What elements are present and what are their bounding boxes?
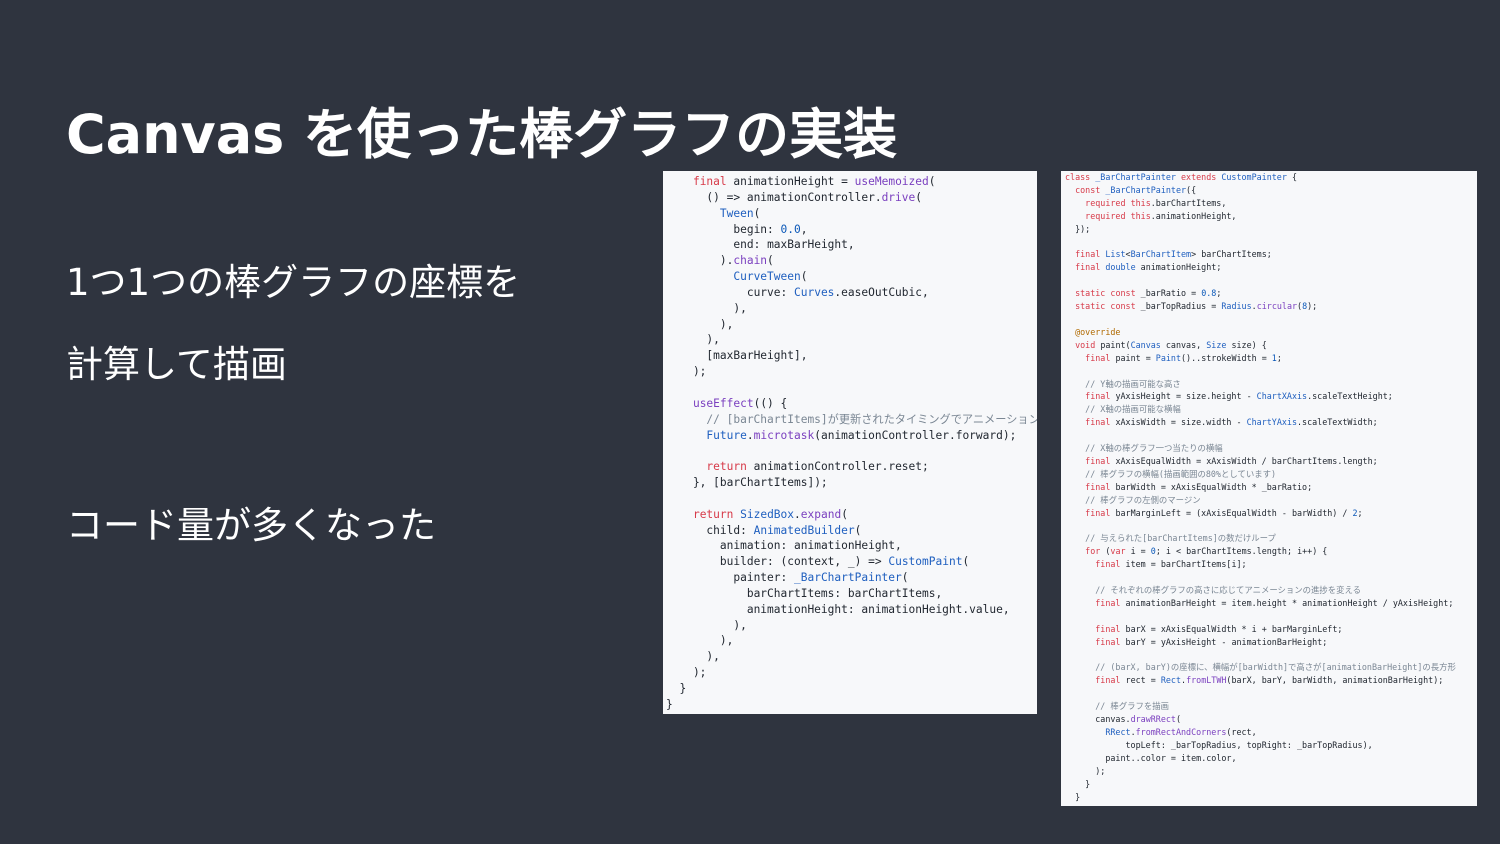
code-screenshot-painter: class _BarChartPainter extends CustomPai… bbox=[1061, 171, 1477, 806]
code-line: ); bbox=[666, 365, 707, 379]
code-line: required this.barChartItems, bbox=[1085, 197, 1227, 208]
code-line: end: maxBarHeight, bbox=[733, 238, 855, 252]
code-line: barChartItems: barChartItems, bbox=[746, 586, 943, 600]
code-line: static const _barRatio = 0.8; bbox=[1075, 288, 1222, 299]
code-line: }, [barChartItems]); bbox=[666, 476, 828, 490]
code-line: ); bbox=[1065, 765, 1106, 776]
code-line: // 棒グラフの横幅(描画範囲の80%としています) bbox=[1065, 468, 1277, 479]
code-line: // Y軸の描画可能な高さ bbox=[1065, 378, 1181, 389]
code-line: // (barX, barY)の座標に、横幅が[barWidth]で高さが[an… bbox=[1065, 662, 1456, 673]
code-line: child: AnimatedBuilder( bbox=[706, 523, 862, 537]
code-line: builder: (context, _) => CustomPaint( bbox=[719, 555, 970, 569]
code-screenshot-hooks: final animationHeight = useMemoized( () … bbox=[663, 171, 1037, 714]
code-line: useEffect(() { bbox=[692, 396, 788, 410]
code-line: () => animationController.drive( bbox=[666, 190, 922, 204]
code-line: // X軸の棒グラフ一つ当たりの横幅 bbox=[1065, 443, 1223, 454]
code-line: ), bbox=[666, 333, 720, 347]
code-line: ), bbox=[666, 634, 734, 648]
code-line: final List<BarChartItem> barChartItems; bbox=[1075, 249, 1272, 260]
code-line: // [barChartItems]が更新されたタイミングでアニメーション発火 bbox=[666, 412, 1037, 426]
code-line: // 棒グラフを描画 bbox=[1065, 701, 1170, 712]
code-line: ); bbox=[666, 666, 707, 680]
code-line: final xAxisEqualWidth = xAxisWidth / bar… bbox=[1085, 455, 1378, 466]
code-line: final yAxisHeight = size.height - ChartX… bbox=[1085, 391, 1393, 402]
code-line: final barY = yAxisHeight - animationBarH… bbox=[1095, 636, 1328, 647]
code-line: return animationController.reset; bbox=[706, 460, 929, 474]
code-line: // 棒グラフの左側のマージン bbox=[1065, 494, 1201, 505]
code-line: static const _barTopRadius = Radius.circ… bbox=[1075, 301, 1318, 312]
code-line: Tween( bbox=[719, 206, 761, 220]
code-line: // それぞれの棒グラフの高さに応じてアニメーションの進捗を変える bbox=[1065, 585, 1362, 595]
code-line: CurveTween( bbox=[733, 270, 808, 284]
slide-title: Canvas を使った棒グラフの実装 bbox=[66, 103, 898, 166]
code-line: class _BarChartPainter extends CustomPai… bbox=[1065, 172, 1297, 182]
bullet-coordinates: 1つ1つの棒グラフの座標を bbox=[66, 261, 521, 304]
code-line: final animationBarHeight = item.height *… bbox=[1095, 597, 1454, 608]
code-line: final item = barChartItems[i]; bbox=[1095, 559, 1247, 570]
code-line: required this.animationHeight, bbox=[1085, 210, 1237, 221]
code-block-left: final animationHeight = useMemoized( () … bbox=[666, 174, 1037, 713]
code-line: ), bbox=[666, 301, 747, 315]
code-line: } bbox=[1065, 778, 1091, 789]
code-line: canvas.drawRRect( bbox=[1095, 714, 1182, 725]
code-line: // X軸の描画可能な横幅 bbox=[1065, 404, 1181, 415]
code-line: [maxBarHeight], bbox=[666, 349, 808, 363]
code-line: } bbox=[666, 697, 673, 711]
code-line: const _BarChartPainter({ bbox=[1075, 184, 1197, 195]
code-line: } bbox=[1065, 791, 1081, 802]
code-line: painter: _BarChartPainter( bbox=[733, 571, 909, 585]
bullet-code-amount: コード量が多くなった bbox=[66, 504, 436, 547]
code-line: Future.microtask(animationController.for… bbox=[706, 428, 1017, 442]
code-line: final animationHeight = useMemoized( bbox=[692, 175, 936, 188]
code-line: paint..color = item.color, bbox=[1105, 752, 1237, 763]
code-line: ), bbox=[666, 317, 734, 331]
code-line: ), bbox=[666, 650, 720, 664]
code-line: // 与えられた[barChartItems]の数だけループ bbox=[1065, 533, 1276, 544]
code-line: final barWidth = xAxisEqualWidth * _barR… bbox=[1085, 481, 1313, 492]
code-line: }); bbox=[1065, 223, 1091, 234]
code-line: } bbox=[666, 682, 687, 695]
code-line: animationHeight: animationHeight.value, bbox=[746, 602, 1010, 616]
code-line: final paint = Paint()..strokeWidth = 1; bbox=[1085, 352, 1282, 363]
bullet-draw: 計算して描画 bbox=[66, 343, 287, 386]
code-line: void paint(Canvas canvas, Size size) { bbox=[1075, 339, 1267, 350]
code-line: begin: 0.0, bbox=[733, 222, 808, 236]
code-line: animation: animationHeight, bbox=[719, 539, 902, 553]
code-block-right: class _BarChartPainter extends CustomPai… bbox=[1065, 171, 1477, 803]
code-line: ), bbox=[666, 618, 747, 632]
code-line: final rect = Rect.fromLTWH(barX, barY, b… bbox=[1095, 675, 1444, 686]
code-line: ).chain( bbox=[666, 254, 774, 268]
code-line: final xAxisWidth = size.width - ChartYAx… bbox=[1085, 417, 1378, 428]
code-line: final double animationHeight; bbox=[1075, 262, 1222, 273]
code-line: curve: Curves.easeOutCubic, bbox=[746, 285, 929, 299]
code-line: topLeft: _barTopRadius, topRight: _barTo… bbox=[1125, 739, 1373, 750]
code-line: return SizedBox.expand( bbox=[692, 507, 848, 521]
code-line: for (var i = 0; i < barChartItems.length… bbox=[1085, 546, 1328, 557]
code-line: final barX = xAxisEqualWidth * i + barMa… bbox=[1095, 623, 1343, 634]
code-line: RRect.fromRectAndCorners(rect, bbox=[1105, 726, 1257, 737]
code-line: @override bbox=[1065, 326, 1121, 337]
code-line: final barMarginLeft = (xAxisEqualWidth -… bbox=[1085, 507, 1363, 518]
